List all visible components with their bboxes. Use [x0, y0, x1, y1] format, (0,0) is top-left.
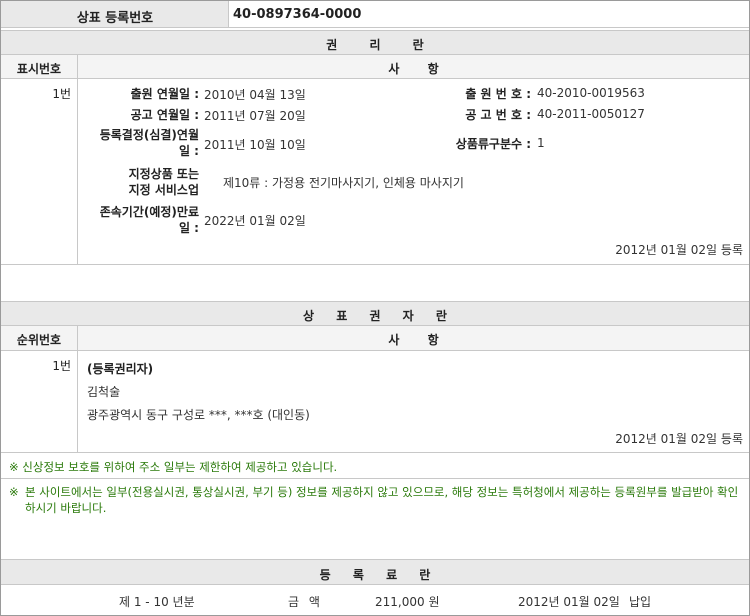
goods-label: 지정상품 또는 지정 서비스업	[81, 166, 199, 198]
rights-body-divider	[77, 79, 78, 264]
pub-no-value: 40-2011-0050127	[537, 107, 645, 121]
notice-mark-2: ※	[9, 485, 19, 499]
app-date-value: 2010년 04월 13일	[204, 88, 306, 102]
owner-heading: (등록권리자)	[87, 362, 154, 376]
rights-col-content: 사 항	[388, 62, 439, 76]
rights-section-header: 권 리 란	[1, 30, 749, 55]
owner-body-divider	[77, 351, 78, 452]
rights-bottom-rule	[1, 264, 749, 265]
reg-decision-label: 등록결정(심결)연월 일 :	[81, 127, 199, 159]
owner-col-content: 사 항	[388, 333, 439, 347]
app-no-value: 40-2010-0019563	[537, 86, 645, 100]
owner-col-no: 순위번호	[16, 333, 62, 347]
expiry-label-line2: 일 :	[178, 221, 199, 235]
reg-number-value-cell: 40-0897364-0000	[229, 1, 749, 28]
class-count-value: 1	[537, 136, 545, 150]
fee-section-title: 등 록 료 란	[319, 568, 431, 582]
app-date-label: 출원 연월일 :	[130, 87, 199, 101]
fee-row: 제 1 - 10 년분 금 액 211,000 원 2012년 01월 02일 …	[1, 586, 749, 615]
owner-section-title: 상 표 권 자 란	[303, 309, 447, 323]
fee-paid-status: 납입	[629, 595, 652, 609]
reg-number-value: 40-0897364-0000	[233, 7, 362, 22]
pub-date-label: 공고 연월일 :	[130, 108, 199, 122]
owner-section-header: 상 표 권 자 란	[1, 301, 749, 326]
goods-label-line1: 지정상품 또는	[128, 167, 199, 181]
notice-text-2: 본 사이트에서는 일부(전용실시권, 통상실시권, 부기 등) 정보를 제공하지…	[25, 485, 739, 515]
pub-no-label: 공 고 번 호 :	[465, 108, 531, 122]
owner-column-header: 순위번호 사 항	[1, 326, 749, 351]
owner-reg-stamp: 2012년 01월 02일 등록	[615, 432, 743, 446]
reg-decision-label-line2: 일 :	[178, 144, 199, 158]
notice-register-copy: ※ 본 사이트에서는 일부(전용실시권, 통상실시권, 부기 등) 정보를 제공…	[9, 484, 743, 516]
rights-row-no: 1번	[52, 87, 71, 101]
pub-date-value: 2011년 07월 20일	[204, 109, 306, 123]
reg-number-label: 상표 등록번호	[76, 11, 154, 26]
rights-reg-stamp: 2012년 01월 02일 등록	[615, 243, 743, 257]
fee-section-header: 등 록 료 란	[1, 559, 749, 585]
goods-label-line2: 지정 서비스업	[128, 183, 199, 197]
fee-paid-date: 2012년 01월 02일	[518, 595, 620, 609]
rights-section-title: 권 리 란	[326, 38, 424, 52]
reg-number-label-cell: 상표 등록번호	[1, 1, 229, 28]
goods-value: 제10류 : 가정용 전기마사지기, 인체용 마사지기	[223, 176, 464, 190]
fee-period: 제 1 - 10 년분	[119, 595, 195, 609]
notice-text-1: 신상정보 보호를 위하여 주소 일부는 제한하여 제공하고 있습니다.	[22, 460, 338, 474]
expiry-label: 존속기간(예정)만료 일 :	[81, 204, 199, 236]
class-count-label: 상품류구분수 :	[455, 137, 531, 151]
reg-decision-label-line1: 등록결정(심결)연월	[99, 128, 199, 142]
fee-amount-value: 211,000 원	[375, 595, 440, 609]
fee-amount-label: 금 액	[288, 595, 320, 609]
trademark-register-panel: 상표 등록번호 40-0897364-0000 권 리 란 표시번호 사 항 1…	[0, 0, 750, 616]
notice-mark-1: ※	[9, 460, 19, 474]
app-no-label: 출 원 번 호 :	[465, 87, 531, 101]
owner-bottom-rule	[1, 452, 749, 453]
owner-name: 김척술	[87, 385, 121, 399]
notice-privacy: ※ 신상정보 보호를 위하여 주소 일부는 제한하여 제공하고 있습니다.	[9, 459, 743, 475]
rights-col-no: 표시번호	[16, 62, 62, 76]
owner-address: 광주광역시 동구 구성로 ***, ***호 (대인동)	[87, 408, 310, 422]
owner-row-no: 1번	[52, 359, 71, 373]
expiry-label-line1: 존속기간(예정)만료	[99, 205, 199, 219]
rights-column-header: 표시번호 사 항	[1, 55, 749, 79]
notice-rule	[1, 478, 749, 479]
reg-decision-value: 2011년 10월 10일	[204, 138, 306, 152]
expiry-value: 2022년 01월 02일	[204, 214, 306, 228]
